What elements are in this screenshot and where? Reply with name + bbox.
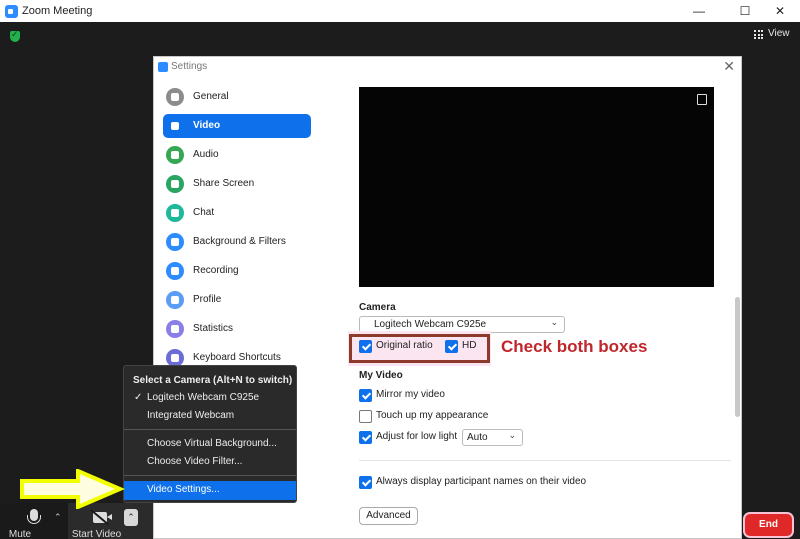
menu-item-video-filter[interactable]: Choose Video Filter... [147, 456, 242, 467]
hd-checkbox[interactable] [445, 340, 458, 353]
maximize-button[interactable]: ☐ [730, 0, 760, 22]
nav-item-video[interactable]: Video [163, 114, 311, 138]
settings-title: Settings [171, 61, 208, 72]
mirror-label: Mirror my video [376, 389, 445, 400]
end-button[interactable]: End [745, 514, 792, 536]
video-preview [359, 87, 714, 287]
nav-item-label: Chat [193, 207, 215, 218]
advanced-button[interactable]: Advanced [359, 507, 418, 525]
nav-item-label: Background & Filters [193, 236, 286, 247]
settings-titlebar: Settings ✕ [154, 57, 741, 77]
share-screen-icon [166, 175, 184, 193]
statistics-icon [166, 320, 184, 338]
menu-separator [124, 475, 296, 476]
chevron-down-icon: ⌄ [550, 317, 558, 327]
window-title: Zoom Meeting [22, 5, 93, 17]
always-display-names-label: Always display participant names on thei… [376, 476, 587, 487]
nav-item-share-screen[interactable]: Share Screen [163, 172, 311, 196]
chevron-down-icon: ⌄ [508, 430, 516, 440]
low-light-select-value: Auto [467, 432, 488, 443]
always-display-names-checkbox[interactable] [359, 476, 372, 489]
nav-item-label: Video [193, 120, 221, 131]
hd-label: HD [462, 340, 477, 351]
nav-item-label: Audio [193, 149, 219, 160]
record-icon [166, 262, 184, 280]
nav-item-general[interactable]: General [163, 85, 311, 109]
audio-options-caret[interactable]: ⌃ [54, 512, 64, 524]
camera-select-value: Logitech Webcam C925e [374, 319, 487, 330]
shield-icon[interactable] [10, 29, 20, 42]
nav-item-label: Statistics [193, 323, 234, 334]
original-ratio-label: Original ratio [376, 340, 433, 351]
view-button[interactable]: View [754, 28, 792, 42]
video-options-caret[interactable]: ⌃ [124, 509, 138, 526]
camera-label: Camera [359, 302, 396, 313]
nav-item-profile[interactable]: Profile [163, 288, 311, 312]
mute-label: Mute [8, 529, 32, 539]
nav-item-label: Share Screen [193, 178, 255, 189]
mirror-checkbox[interactable] [359, 389, 372, 402]
menu-item-logitech-webcam[interactable]: Logitech Webcam C925e [147, 392, 259, 403]
profile-icon [166, 291, 184, 309]
microphone-icon [27, 509, 41, 524]
close-window-button[interactable]: ✕ [765, 0, 795, 22]
view-label: View [768, 28, 790, 39]
nav-item-label: Profile [193, 294, 222, 305]
low-light-label: Adjust for low light [376, 431, 458, 442]
nav-item-recording[interactable]: Recording [163, 259, 311, 283]
menu-item-virtual-background[interactable]: Choose Virtual Background... [147, 438, 277, 449]
nav-item-label: General [193, 91, 229, 102]
zoom-app-icon [5, 5, 18, 18]
gear-icon [166, 88, 184, 106]
background-icon [166, 233, 184, 251]
settings-close-button[interactable]: ✕ [723, 58, 735, 75]
low-light-select[interactable]: Auto ⌄ [462, 429, 523, 446]
nav-item-label: Keyboard Shortcuts [193, 352, 281, 363]
annotation-text: Check both boxes [501, 337, 648, 356]
nav-item-statistics[interactable]: Statistics [163, 317, 311, 341]
grid-icon [754, 30, 763, 39]
divider [359, 460, 731, 461]
menu-item-video-settings[interactable]: Video Settings... [147, 484, 220, 495]
start-video-label: Start Video [71, 529, 122, 539]
minimize-button[interactable]: — [684, 0, 714, 22]
settings-scrollbar[interactable] [735, 297, 740, 417]
headphones-icon [166, 146, 184, 164]
nav-item-label: Recording [193, 265, 239, 276]
menu-separator [124, 429, 296, 430]
rotate-icon[interactable] [697, 94, 707, 105]
original-ratio-checkbox[interactable] [359, 340, 372, 353]
chat-icon [166, 204, 184, 222]
video-camera-icon [166, 117, 184, 135]
touch-up-label: Touch up my appearance [376, 410, 489, 421]
zoom-app-icon [158, 62, 168, 72]
low-light-checkbox[interactable] [359, 431, 372, 444]
camera-menu-header: Select a Camera (Alt+N to switch) [133, 375, 293, 386]
nav-item-background-filters[interactable]: Background & Filters [163, 230, 311, 254]
window-titlebar: Zoom Meeting — ☐ ✕ [0, 0, 800, 22]
touch-up-checkbox[interactable] [359, 410, 372, 423]
my-video-label: My Video [359, 370, 403, 381]
camera-menu: Select a Camera (Alt+N to switch) ✓ Logi… [123, 365, 297, 503]
nav-item-audio[interactable]: Audio [163, 143, 311, 167]
yellow-arrow-icon [20, 469, 125, 509]
checkmark-icon: ✓ [134, 392, 143, 403]
nav-item-chat[interactable]: Chat [163, 201, 311, 225]
menu-item-integrated-webcam[interactable]: Integrated Webcam [147, 410, 234, 421]
